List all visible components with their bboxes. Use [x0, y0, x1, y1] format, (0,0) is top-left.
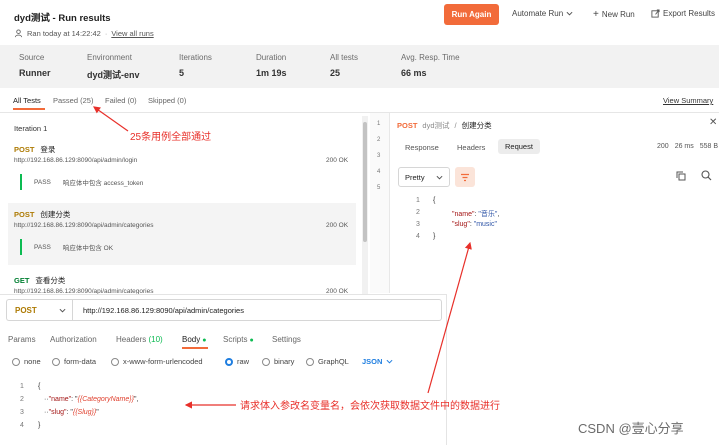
arrow-to-passed: [93, 106, 129, 132]
watermark: CSDN @壹心分享: [578, 421, 684, 436]
arrow-to-response: [427, 241, 472, 394]
annotation-arrows: [93, 106, 472, 409]
